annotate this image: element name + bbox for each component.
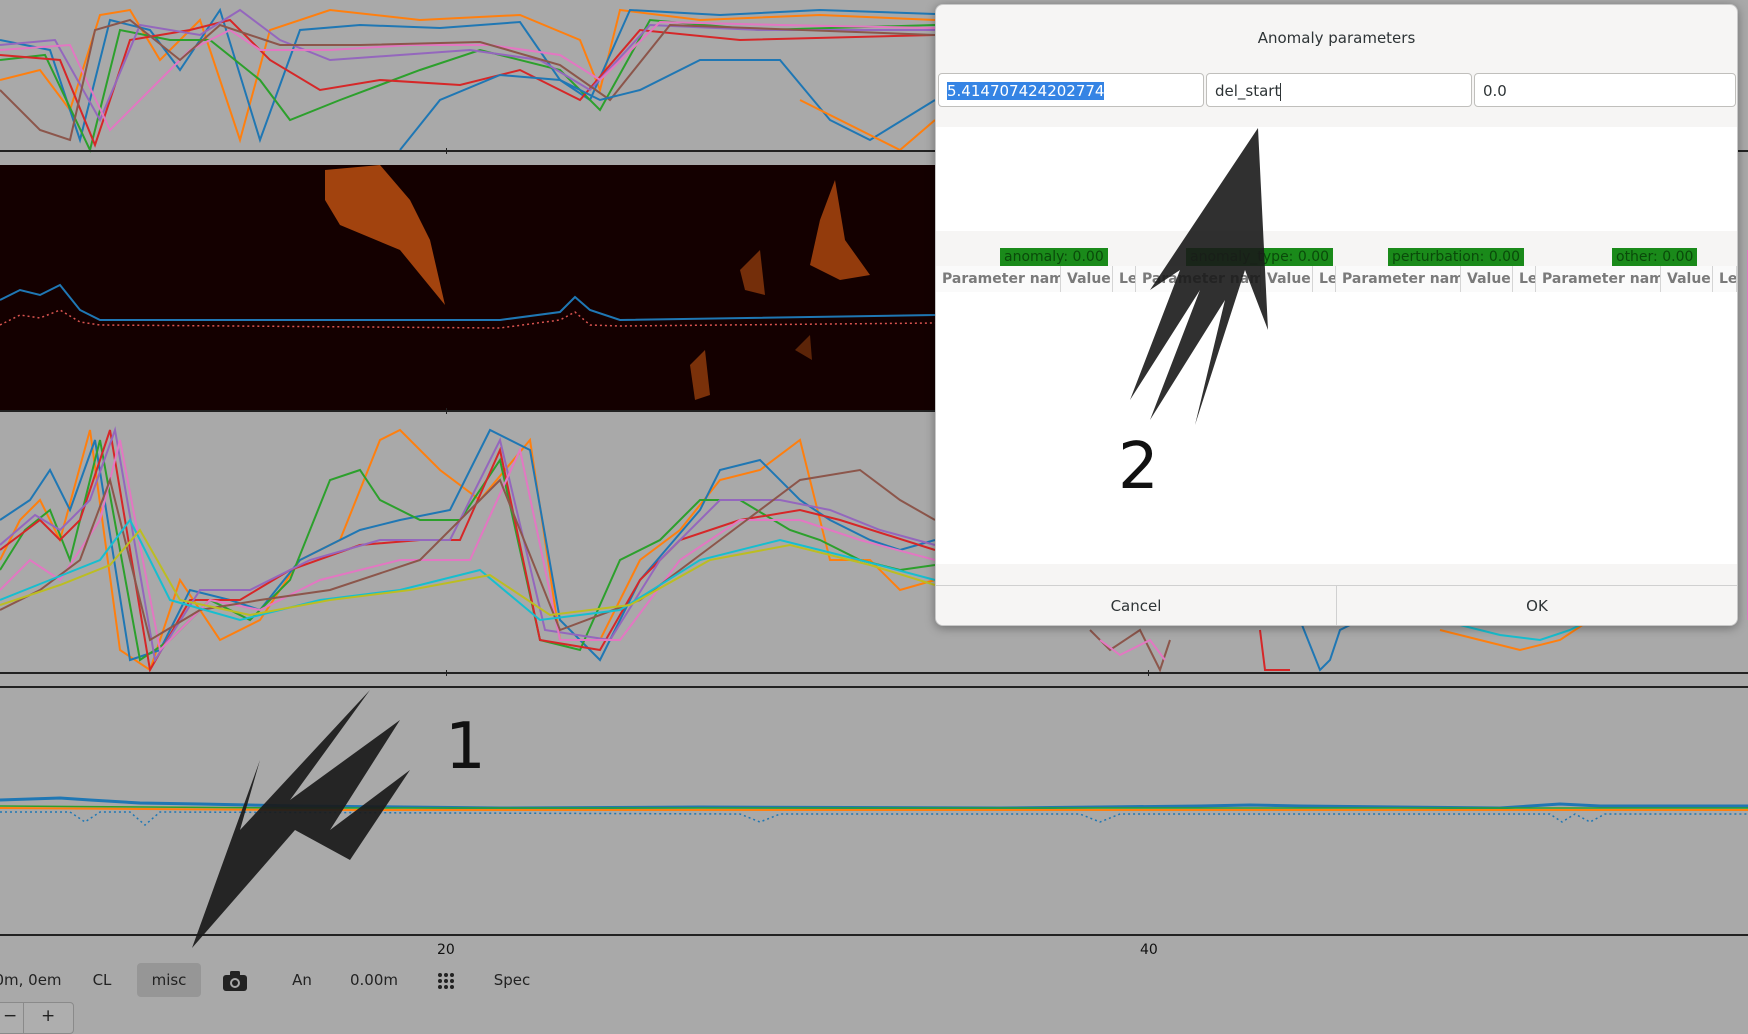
ok-button[interactable]: OK <box>1337 585 1737 625</box>
camera-button[interactable] <box>218 963 252 997</box>
zoom-divider <box>23 1003 24 1033</box>
badge-anomaly: anomaly: 0.00 <box>1000 248 1108 266</box>
an-button[interactable]: An <box>284 963 320 997</box>
column-header-value[interactable]: Value <box>1661 266 1713 292</box>
value-field-1[interactable]: 5.414707424202774 <box>938 73 1204 107</box>
zoom-out-button[interactable]: − <box>3 1006 17 1026</box>
zoom-in-button[interactable]: + <box>41 1006 55 1026</box>
anomaly-parameters-dialog: Anomaly parameters 5.414707424202774 del… <box>935 4 1738 626</box>
annotation-label-1: 1 <box>445 710 486 784</box>
column-header-value[interactable]: Value <box>1261 266 1313 292</box>
column-header-parameter-name[interactable]: Parameter name <box>1336 266 1461 292</box>
position-readout: 0m, 0em <box>0 971 62 989</box>
badge-anomaly-type: anomaly_type: 0.00 <box>1186 248 1334 266</box>
name-field-text: del_start <box>1215 82 1281 100</box>
middle-line-panel <box>0 426 936 673</box>
value-field-2-text: 0.0 <box>1483 82 1507 100</box>
spec-button[interactable]: Spec <box>490 963 534 997</box>
name-field[interactable]: del_start <box>1206 73 1472 107</box>
bottom-toolbar <box>0 960 1748 1034</box>
badge-other: other: 0.00 <box>1612 248 1698 266</box>
x-tick-40: 40 <box>1140 942 1158 958</box>
column-header-level[interactable]: Le <box>1113 266 1136 292</box>
column-header-parameter-name[interactable]: Parameter name <box>1536 266 1661 292</box>
parameter-table-body <box>936 292 1737 564</box>
x-tick-20: 20 <box>437 942 455 958</box>
dialog-title: Anomaly parameters <box>1257 29 1416 47</box>
cl-button[interactable]: CL <box>82 963 122 997</box>
column-header-parameter-name[interactable]: Parameter name <box>936 266 1061 292</box>
value-field-2[interactable]: 0.0 <box>1474 73 1736 107</box>
heatmap-panel <box>0 165 935 412</box>
column-header-value[interactable]: Value <box>1461 266 1513 292</box>
value-field-1-text: 5.414707424202774 <box>947 82 1105 100</box>
text-caret <box>1280 82 1282 101</box>
cancel-button[interactable]: Cancel <box>936 585 1337 625</box>
top-line-panel <box>0 7 936 153</box>
column-header-level[interactable]: Le <box>1513 266 1536 292</box>
zoom-control: − + <box>0 1002 74 1034</box>
offset-readout[interactable]: 0.00m <box>344 963 404 997</box>
annotation-label-2: 2 <box>1118 430 1159 504</box>
camera-icon <box>223 970 247 991</box>
column-header-level[interactable]: Le <box>1313 266 1336 292</box>
misc-button[interactable]: misc <box>137 963 201 997</box>
annotation-arrow-1 <box>192 690 410 948</box>
grid-dots-icon <box>438 972 454 989</box>
dialog-upper-area <box>936 127 1737 231</box>
column-header-level[interactable]: Le <box>1713 266 1737 292</box>
column-header-parameter-name[interactable]: Parameter name <box>1136 266 1261 292</box>
column-header-value[interactable]: Value <box>1061 266 1113 292</box>
grid-button[interactable] <box>432 963 460 997</box>
badge-perturbation: perturbation: 0.00 <box>1388 248 1524 266</box>
